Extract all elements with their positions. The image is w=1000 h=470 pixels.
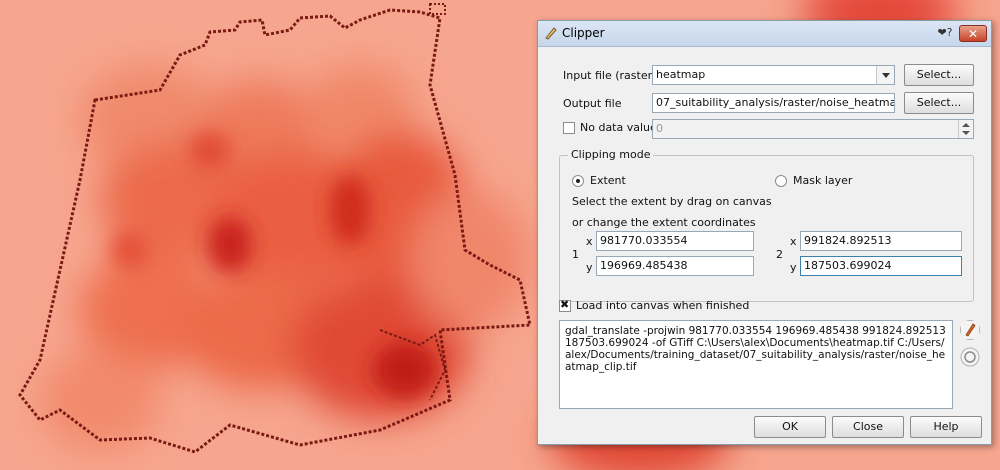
dialog-title: Clipper	[562, 26, 605, 40]
point2-y-label: y	[790, 261, 797, 274]
point2-x-input[interactable]: 991824.892513	[800, 231, 962, 251]
edit-command-icon[interactable]	[960, 320, 980, 340]
input-file-combo[interactable]: heatmap	[652, 65, 895, 85]
nodata-checkbox[interactable]	[563, 122, 575, 134]
point1-x-input[interactable]: 981770.033554	[596, 231, 754, 251]
output-file-field[interactable]: 07_suitability_analysis/raster/noise_hea…	[652, 93, 895, 113]
output-file-label: Output file	[563, 97, 622, 110]
point1-index: 1	[572, 248, 579, 261]
ok-button[interactable]: OK	[754, 416, 826, 438]
command-textbox[interactable]: gdal_translate -projwin 981770.033554 19…	[559, 320, 953, 409]
point1-y-label: y	[586, 261, 593, 274]
input-file-label: Input file (raster)	[563, 69, 657, 82]
clipper-dialog: Clipper ❤? ✕ Input file (raster) heatmap…	[537, 20, 992, 445]
context-help-icon[interactable]: ❤?	[937, 26, 953, 40]
input-select-button[interactable]: Select...	[904, 64, 974, 86]
clipper-icon	[545, 27, 557, 40]
nodata-label: No data value	[580, 121, 657, 134]
chevron-down-icon[interactable]	[876, 66, 894, 84]
extent-radio-label: Extent	[590, 174, 626, 187]
point2-index: 2	[776, 248, 783, 261]
nodata-spinbox[interactable]: 0	[652, 119, 974, 139]
input-file-value: heatmap	[656, 68, 706, 81]
title-bar[interactable]: Clipper ❤? ✕	[538, 21, 991, 47]
output-select-button[interactable]: Select...	[904, 92, 974, 114]
close-window-button[interactable]: ✕	[959, 25, 987, 42]
mask-layer-radio[interactable]	[775, 175, 787, 187]
extent-hint-2: or change the extent coordinates	[572, 216, 756, 229]
clipping-mode-title: Clipping mode	[568, 148, 654, 161]
point2-x-label: x	[790, 235, 797, 248]
extent-hint-1: Select the extent by drag on canvas	[572, 195, 772, 208]
mask-layer-radio-label: Mask layer	[793, 174, 853, 187]
load-canvas-checkbox[interactable]	[559, 298, 571, 312]
spinner-arrows-icon[interactable]	[958, 120, 973, 138]
point1-y-input[interactable]: 196969.485438	[596, 256, 754, 276]
nodata-value: 0	[656, 122, 663, 135]
extent-radio[interactable]	[572, 175, 584, 187]
reset-command-icon[interactable]	[960, 347, 980, 367]
point2-y-input[interactable]: 187503.699024	[800, 256, 962, 276]
help-button[interactable]: Help	[910, 416, 982, 438]
close-button[interactable]: Close	[832, 416, 904, 438]
clipping-mode-group: Clipping mode Extent Mask layer Select t…	[559, 148, 974, 302]
load-canvas-label: Load into canvas when finished	[576, 299, 750, 312]
point1-x-label: x	[586, 235, 593, 248]
